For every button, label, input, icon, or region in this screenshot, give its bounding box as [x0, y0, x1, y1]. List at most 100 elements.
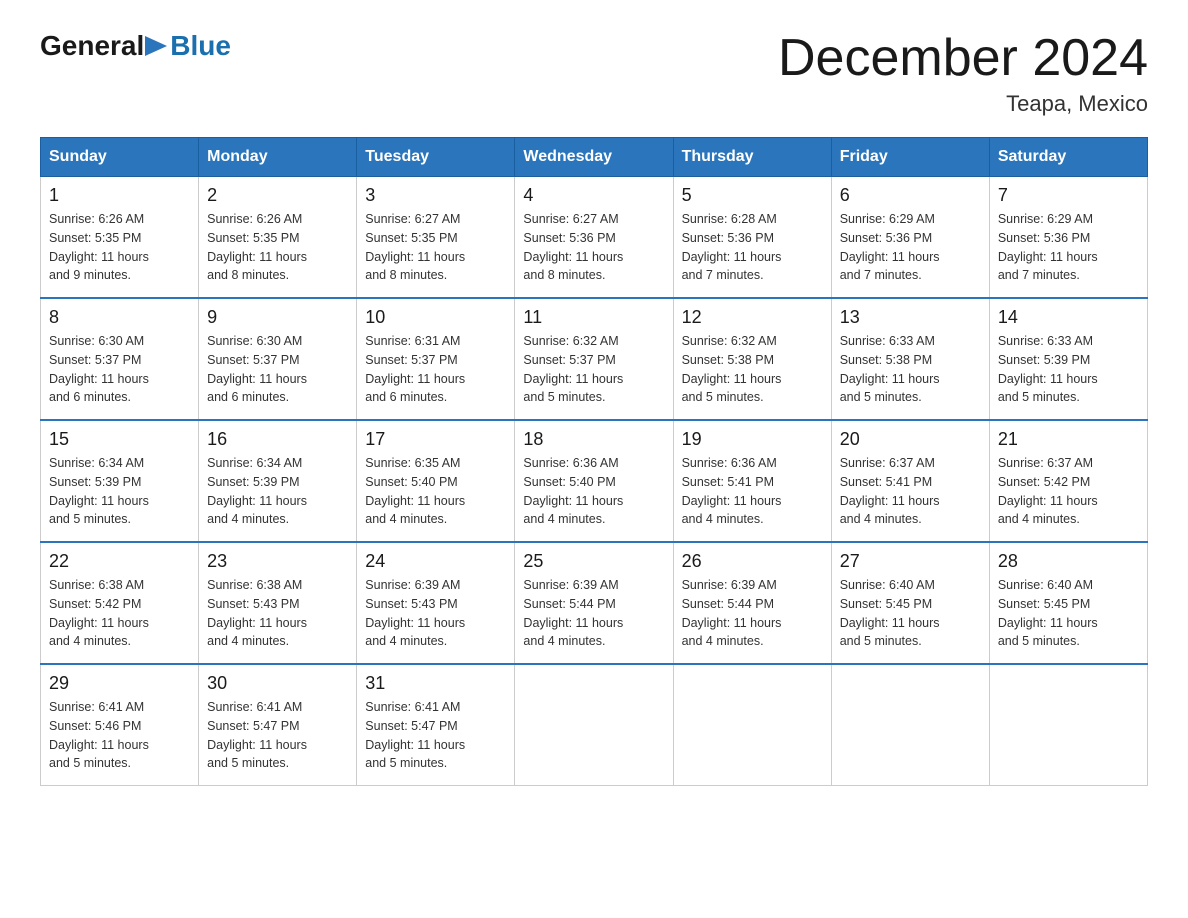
day-info: Sunrise: 6:36 AM Sunset: 5:40 PM Dayligh…	[523, 454, 664, 529]
day-number: 1	[49, 185, 190, 206]
day-number: 26	[682, 551, 823, 572]
day-number: 24	[365, 551, 506, 572]
day-number: 18	[523, 429, 664, 450]
day-number: 31	[365, 673, 506, 694]
calendar-cell: 5 Sunrise: 6:28 AM Sunset: 5:36 PM Dayli…	[673, 177, 831, 299]
day-info: Sunrise: 6:36 AM Sunset: 5:41 PM Dayligh…	[682, 454, 823, 529]
calendar-cell: 2 Sunrise: 6:26 AM Sunset: 5:35 PM Dayli…	[199, 177, 357, 299]
day-number: 28	[998, 551, 1139, 572]
location: Teapa, Mexico	[778, 91, 1148, 117]
day-info: Sunrise: 6:39 AM Sunset: 5:44 PM Dayligh…	[523, 576, 664, 651]
calendar-cell: 30 Sunrise: 6:41 AM Sunset: 5:47 PM Dayl…	[199, 664, 357, 786]
day-info: Sunrise: 6:40 AM Sunset: 5:45 PM Dayligh…	[840, 576, 981, 651]
day-number: 16	[207, 429, 348, 450]
page-header: General Blue December 2024 Teapa, Mexico	[40, 30, 1148, 117]
calendar-cell: 26 Sunrise: 6:39 AM Sunset: 5:44 PM Dayl…	[673, 542, 831, 664]
calendar-cell: 25 Sunrise: 6:39 AM Sunset: 5:44 PM Dayl…	[515, 542, 673, 664]
calendar-cell	[989, 664, 1147, 786]
calendar-cell: 7 Sunrise: 6:29 AM Sunset: 5:36 PM Dayli…	[989, 177, 1147, 299]
calendar-cell	[673, 664, 831, 786]
day-number: 7	[998, 185, 1139, 206]
logo-icon	[144, 36, 168, 56]
day-info: Sunrise: 6:29 AM Sunset: 5:36 PM Dayligh…	[840, 210, 981, 285]
calendar-cell: 9 Sunrise: 6:30 AM Sunset: 5:37 PM Dayli…	[199, 298, 357, 420]
day-number: 29	[49, 673, 190, 694]
day-number: 4	[523, 185, 664, 206]
calendar-cell: 8 Sunrise: 6:30 AM Sunset: 5:37 PM Dayli…	[41, 298, 199, 420]
logo-general-text: General	[40, 30, 144, 62]
calendar-cell: 31 Sunrise: 6:41 AM Sunset: 5:47 PM Dayl…	[357, 664, 515, 786]
month-title: December 2024	[778, 30, 1148, 87]
day-info: Sunrise: 6:27 AM Sunset: 5:36 PM Dayligh…	[523, 210, 664, 285]
day-info: Sunrise: 6:34 AM Sunset: 5:39 PM Dayligh…	[49, 454, 190, 529]
calendar-cell: 11 Sunrise: 6:32 AM Sunset: 5:37 PM Dayl…	[515, 298, 673, 420]
day-number: 8	[49, 307, 190, 328]
day-info: Sunrise: 6:41 AM Sunset: 5:47 PM Dayligh…	[207, 698, 348, 773]
day-number: 2	[207, 185, 348, 206]
calendar-cell: 23 Sunrise: 6:38 AM Sunset: 5:43 PM Dayl…	[199, 542, 357, 664]
calendar-week-row: 29 Sunrise: 6:41 AM Sunset: 5:46 PM Dayl…	[41, 664, 1148, 786]
calendar-cell: 29 Sunrise: 6:41 AM Sunset: 5:46 PM Dayl…	[41, 664, 199, 786]
day-info: Sunrise: 6:39 AM Sunset: 5:44 PM Dayligh…	[682, 576, 823, 651]
calendar-cell: 17 Sunrise: 6:35 AM Sunset: 5:40 PM Dayl…	[357, 420, 515, 542]
calendar-cell: 1 Sunrise: 6:26 AM Sunset: 5:35 PM Dayli…	[41, 177, 199, 299]
calendar-header-row: SundayMondayTuesdayWednesdayThursdayFrid…	[41, 138, 1148, 177]
calendar-week-row: 8 Sunrise: 6:30 AM Sunset: 5:37 PM Dayli…	[41, 298, 1148, 420]
day-number: 22	[49, 551, 190, 572]
day-number: 21	[998, 429, 1139, 450]
title-section: December 2024 Teapa, Mexico	[778, 30, 1148, 117]
day-number: 11	[523, 307, 664, 328]
column-header-tuesday: Tuesday	[357, 138, 515, 177]
calendar-week-row: 15 Sunrise: 6:34 AM Sunset: 5:39 PM Dayl…	[41, 420, 1148, 542]
day-number: 3	[365, 185, 506, 206]
day-number: 25	[523, 551, 664, 572]
day-info: Sunrise: 6:29 AM Sunset: 5:36 PM Dayligh…	[998, 210, 1139, 285]
day-number: 30	[207, 673, 348, 694]
day-number: 10	[365, 307, 506, 328]
calendar-cell: 19 Sunrise: 6:36 AM Sunset: 5:41 PM Dayl…	[673, 420, 831, 542]
logo-blue-text: Blue	[170, 30, 231, 62]
day-info: Sunrise: 6:26 AM Sunset: 5:35 PM Dayligh…	[207, 210, 348, 285]
day-info: Sunrise: 6:33 AM Sunset: 5:38 PM Dayligh…	[840, 332, 981, 407]
column-header-monday: Monday	[199, 138, 357, 177]
calendar-cell: 22 Sunrise: 6:38 AM Sunset: 5:42 PM Dayl…	[41, 542, 199, 664]
logo: General Blue	[40, 30, 231, 62]
day-number: 5	[682, 185, 823, 206]
calendar-cell	[515, 664, 673, 786]
day-info: Sunrise: 6:34 AM Sunset: 5:39 PM Dayligh…	[207, 454, 348, 529]
calendar-cell: 13 Sunrise: 6:33 AM Sunset: 5:38 PM Dayl…	[831, 298, 989, 420]
day-number: 23	[207, 551, 348, 572]
calendar-cell: 10 Sunrise: 6:31 AM Sunset: 5:37 PM Dayl…	[357, 298, 515, 420]
calendar-table: SundayMondayTuesdayWednesdayThursdayFrid…	[40, 137, 1148, 786]
calendar-cell: 15 Sunrise: 6:34 AM Sunset: 5:39 PM Dayl…	[41, 420, 199, 542]
day-info: Sunrise: 6:26 AM Sunset: 5:35 PM Dayligh…	[49, 210, 190, 285]
day-info: Sunrise: 6:37 AM Sunset: 5:41 PM Dayligh…	[840, 454, 981, 529]
column-header-wednesday: Wednesday	[515, 138, 673, 177]
day-info: Sunrise: 6:27 AM Sunset: 5:35 PM Dayligh…	[365, 210, 506, 285]
day-info: Sunrise: 6:30 AM Sunset: 5:37 PM Dayligh…	[207, 332, 348, 407]
calendar-cell: 3 Sunrise: 6:27 AM Sunset: 5:35 PM Dayli…	[357, 177, 515, 299]
calendar-cell: 6 Sunrise: 6:29 AM Sunset: 5:36 PM Dayli…	[831, 177, 989, 299]
column-header-sunday: Sunday	[41, 138, 199, 177]
day-info: Sunrise: 6:31 AM Sunset: 5:37 PM Dayligh…	[365, 332, 506, 407]
calendar-cell: 24 Sunrise: 6:39 AM Sunset: 5:43 PM Dayl…	[357, 542, 515, 664]
day-number: 9	[207, 307, 348, 328]
day-info: Sunrise: 6:32 AM Sunset: 5:37 PM Dayligh…	[523, 332, 664, 407]
calendar-cell: 28 Sunrise: 6:40 AM Sunset: 5:45 PM Dayl…	[989, 542, 1147, 664]
day-number: 6	[840, 185, 981, 206]
day-number: 19	[682, 429, 823, 450]
calendar-cell: 27 Sunrise: 6:40 AM Sunset: 5:45 PM Dayl…	[831, 542, 989, 664]
day-number: 13	[840, 307, 981, 328]
calendar-cell: 20 Sunrise: 6:37 AM Sunset: 5:41 PM Dayl…	[831, 420, 989, 542]
column-header-friday: Friday	[831, 138, 989, 177]
day-number: 15	[49, 429, 190, 450]
day-number: 14	[998, 307, 1139, 328]
day-info: Sunrise: 6:38 AM Sunset: 5:42 PM Dayligh…	[49, 576, 190, 651]
calendar-cell: 12 Sunrise: 6:32 AM Sunset: 5:38 PM Dayl…	[673, 298, 831, 420]
calendar-cell	[831, 664, 989, 786]
day-number: 12	[682, 307, 823, 328]
column-header-thursday: Thursday	[673, 138, 831, 177]
day-info: Sunrise: 6:37 AM Sunset: 5:42 PM Dayligh…	[998, 454, 1139, 529]
day-info: Sunrise: 6:30 AM Sunset: 5:37 PM Dayligh…	[49, 332, 190, 407]
day-info: Sunrise: 6:41 AM Sunset: 5:47 PM Dayligh…	[365, 698, 506, 773]
